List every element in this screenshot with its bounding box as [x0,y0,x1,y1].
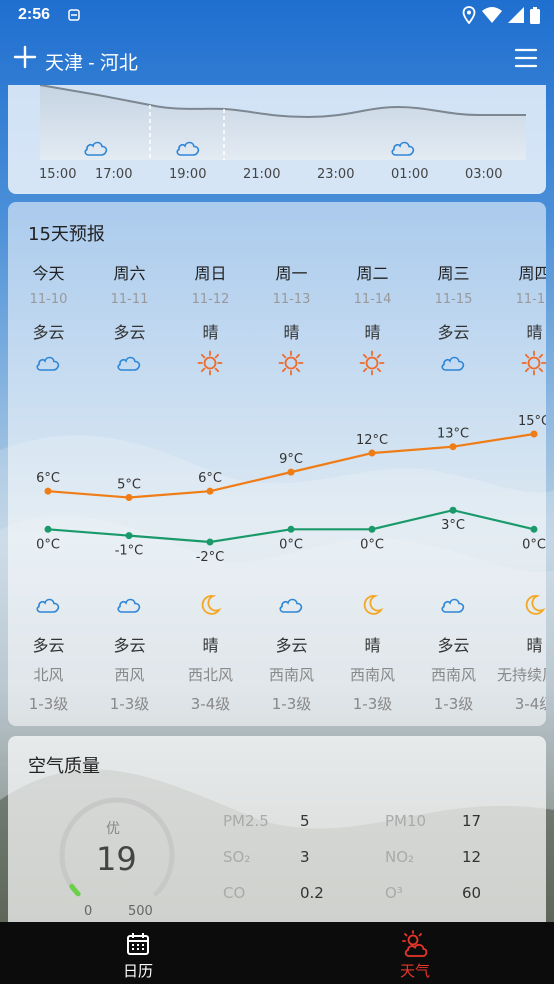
section-title: 空气质量 [28,756,100,777]
pollutant-value: 0.2 [300,884,324,902]
cloud-icon [176,141,200,156]
low-label: 0°C [360,537,384,552]
status-time: 2:56 [18,6,51,23]
low-label: 0°C [279,537,303,552]
low-label: -1°C [115,544,144,559]
pollutant-value: 3 [300,848,310,866]
pollutant-label: PM10 [385,812,427,830]
pollutant-label: CO [223,884,246,902]
nav-calendar[interactable]: 日历 [68,922,208,984]
hour-label: 19:00 [169,167,207,182]
aqi-scale-min: 0 [84,904,93,919]
signal-icon [508,7,524,23]
low-label: 0°C [522,537,546,552]
cloud-icon [391,141,415,156]
high-label: 15°C [518,414,546,429]
high-label: 12°C [356,433,388,448]
pollutant-value: 5 [300,812,310,830]
menu-icon[interactable] [514,46,538,70]
high-label: 6°C [36,471,60,486]
weather-icon [402,930,428,957]
low-point [206,538,214,546]
notification-icon [68,9,80,21]
cloud-icon [84,141,108,156]
low-point [125,532,133,540]
wifi-icon [482,7,502,23]
hour-label: 17:00 [95,167,133,182]
app-bar: 天津 - 河北 [0,40,554,80]
high-point [44,487,52,495]
pollutant-value: 17 [462,812,482,830]
high-label: 9°C [279,452,303,467]
add-city-icon[interactable] [12,44,38,70]
high-point [530,430,538,438]
high-label: 13°C [437,427,469,442]
hour-label: 01:00 [391,167,429,182]
high-point [368,449,376,457]
high-point [125,494,133,502]
high-point [449,443,457,451]
pollutant-label: NO₂ [385,848,415,866]
low-point [530,525,538,533]
temperature-trend-chart: 6°C 5°C 6°C 9°C 12°C 13°C 15°C 0°C -1°C -2°C 0°C 0°… [36,414,546,565]
low-point [449,506,457,514]
low-label: 0°C [36,537,60,552]
pollutant-label: SO₂ [223,848,251,866]
low-label: 3°C [441,518,465,533]
calendar-icon [127,933,149,955]
low-point [368,525,376,533]
battery-icon [530,6,540,24]
nav-weather-label: 天气 [399,962,430,980]
hour-label: 03:00 [465,167,503,182]
hour-label: 23:00 [317,167,355,182]
aqi-value: 19 [96,840,137,878]
high-point [287,468,295,476]
air-quality-card[interactable]: 空气质量 优 19 0 500 PM2.5 5 SO₂ 3 CO 0.2 PM1… [8,736,546,936]
status-bar: 2:56 [0,0,554,32]
aqi-level: 优 [106,821,120,837]
pollutant-value: 12 [462,848,482,866]
high-label: 6°C [198,471,222,486]
high-label: 5°C [117,478,141,493]
pollutant-label: PM2.5 [223,812,269,830]
location-icon [462,6,476,24]
low-point [44,525,52,533]
pollutant-label: O³ [385,884,403,902]
nav-calendar-label: 日历 [122,962,153,980]
city-title[interactable]: 天津 - 河北 [45,48,138,75]
nav-weather[interactable]: 天气 [345,922,485,984]
low-point [287,525,295,533]
fifteen-day-forecast-card[interactable]: 15天预报 今天 11-10 多云 多云 北风 1-3级 周六 11-11 多云 多云 西风 1-3级… [8,202,546,726]
high-point [206,487,214,495]
low-label: -2°C [196,550,225,565]
hour-label: 15:00 [39,167,77,182]
pollutant-value: 60 [462,884,482,902]
bottom-navigation: 日历 天气 [0,922,554,984]
hour-label: 21:00 [243,167,281,182]
aqi-gauge-fill [69,883,81,897]
aqi-scale-max: 500 [128,904,153,919]
